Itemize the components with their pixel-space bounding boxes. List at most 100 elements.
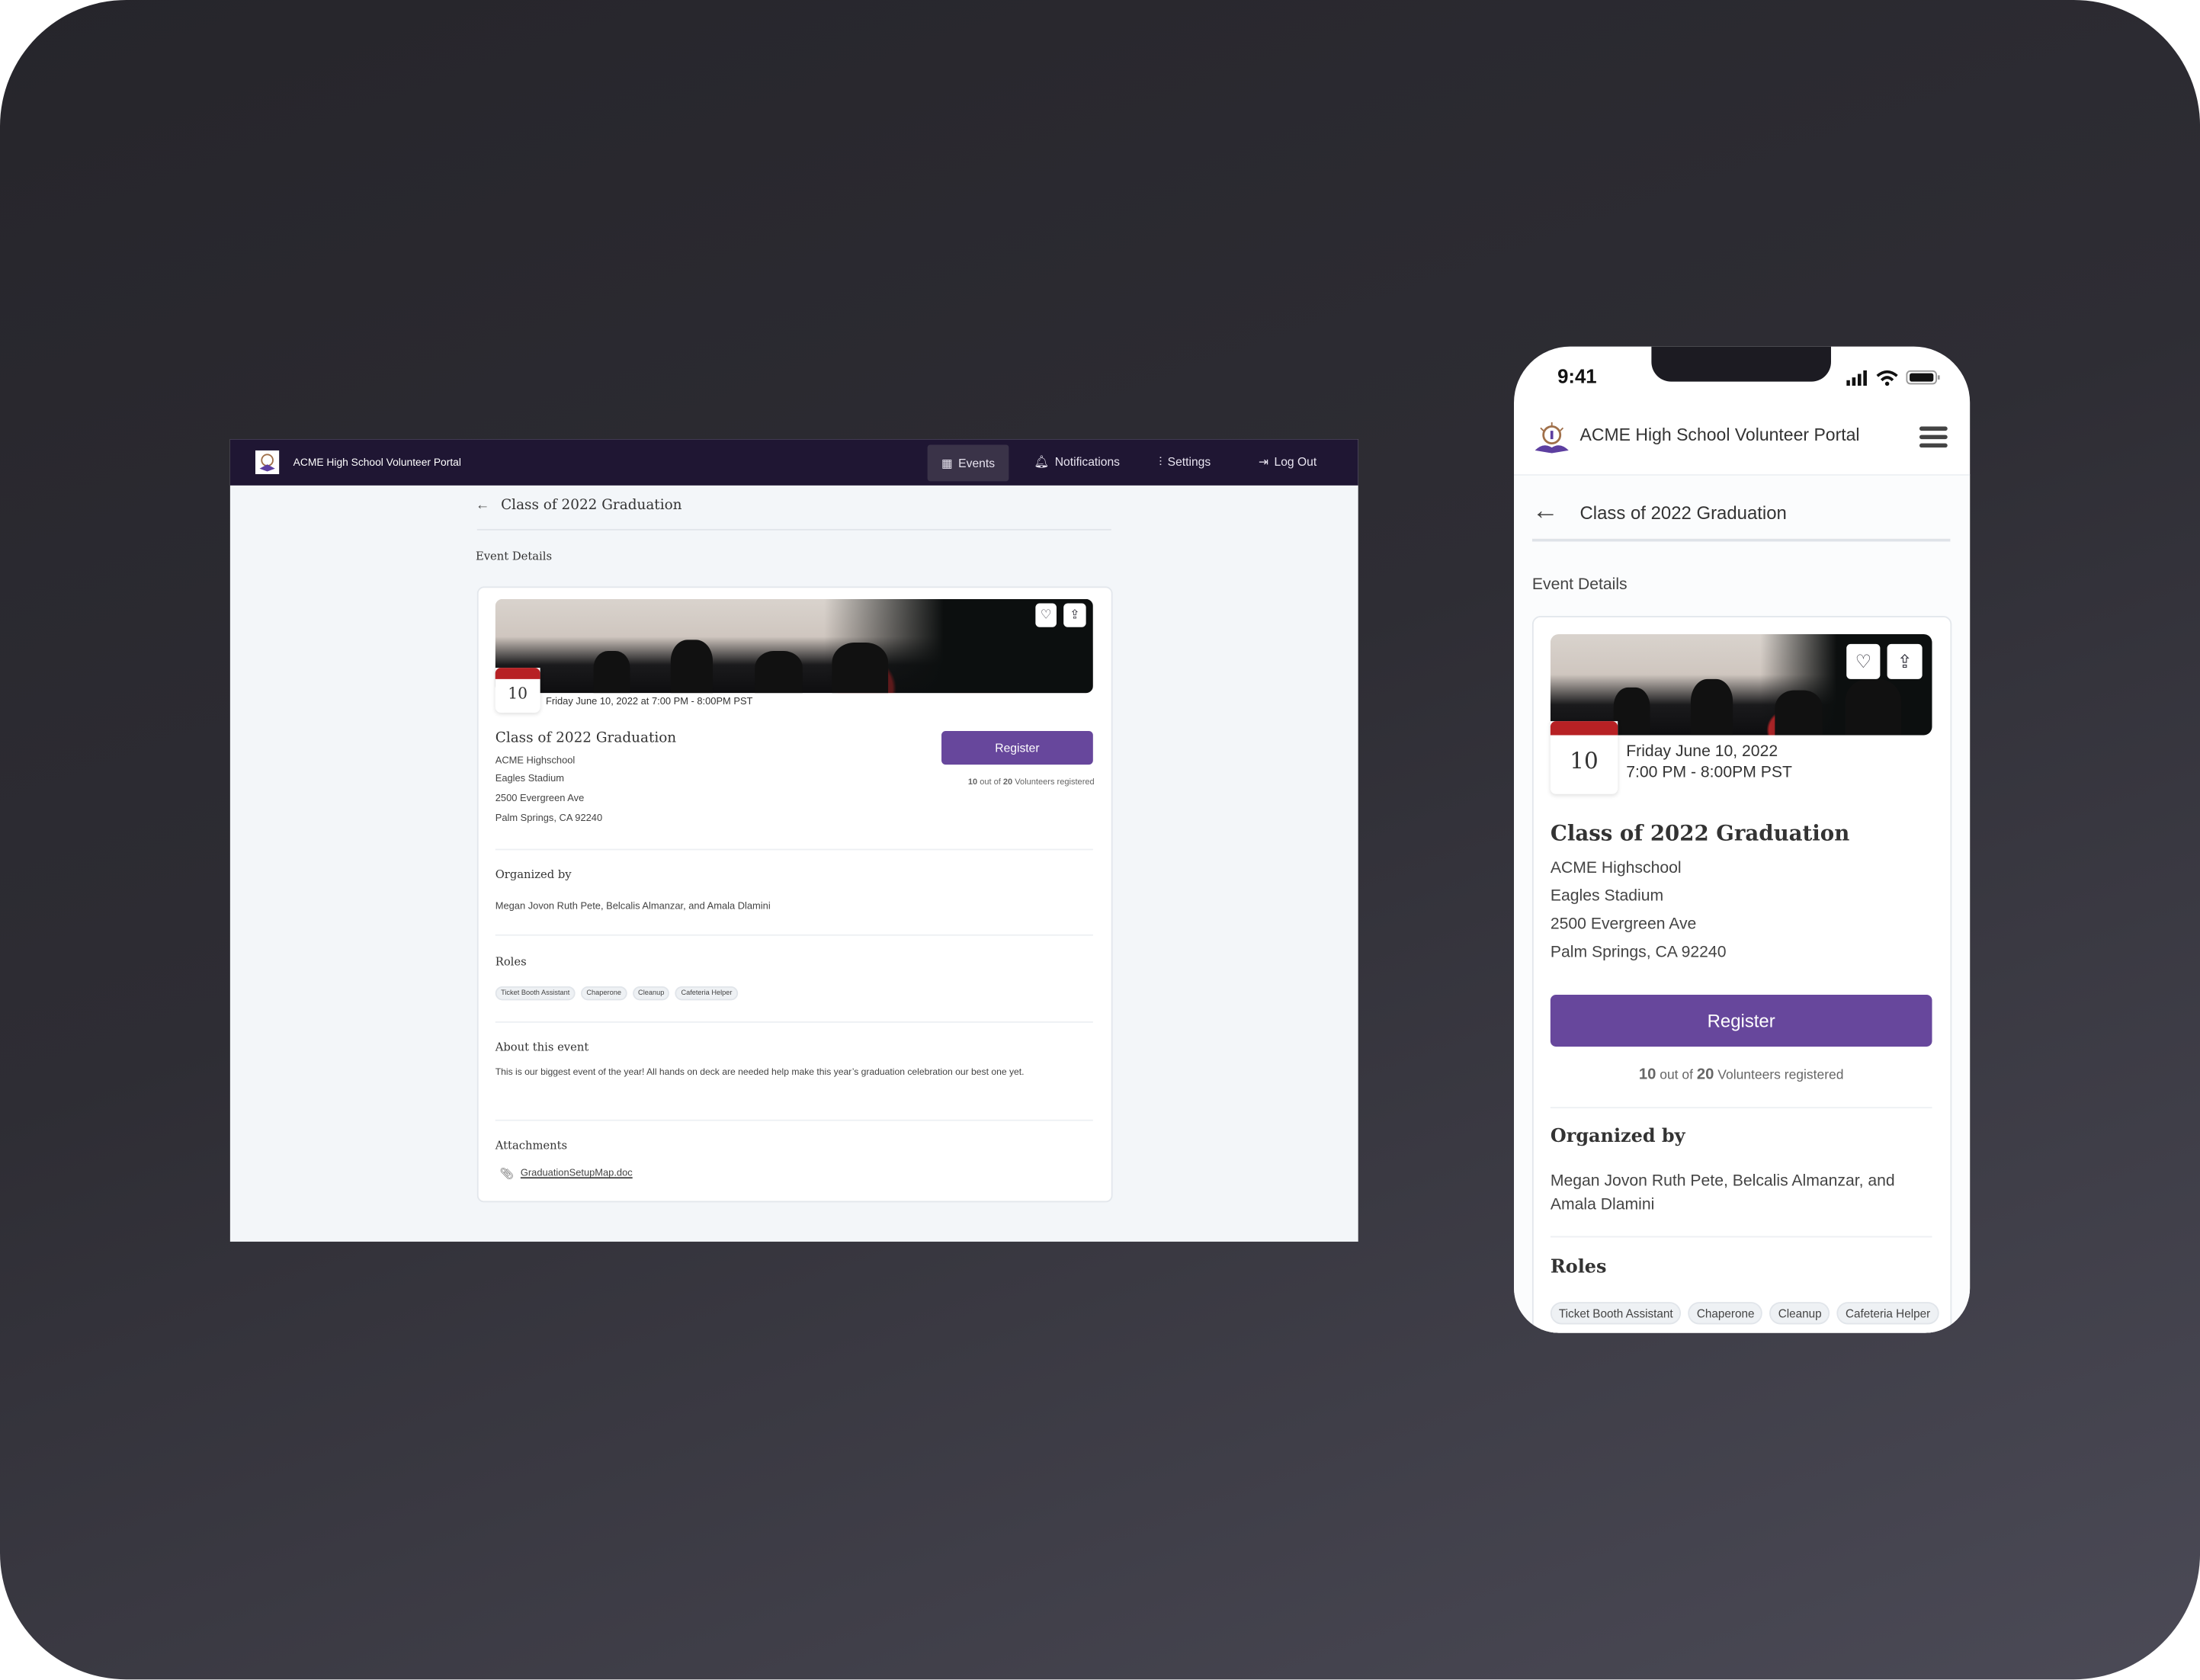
volunteer-count: 10 out of 20 Volunteers registered	[1551, 1066, 1932, 1083]
share-button[interactable]: ⇪	[1063, 603, 1086, 627]
nav-logout[interactable]: ⇥ Log Out	[1259, 439, 1316, 486]
organized-heading: Organized by	[495, 868, 572, 881]
nav-settings[interactable]: ⫶ Settings	[1159, 439, 1211, 486]
app-title[interactable]: ACME High School Volunteer Portal	[1580, 425, 1860, 445]
hamburger-menu-button[interactable]	[1919, 426, 1948, 448]
roles-list: Ticket Booth Assistant Chaperone Cleanup…	[495, 986, 738, 1001]
roles-heading: Roles	[1550, 1257, 1607, 1278]
canvas: ACME High School Volunteer Portal ▦ Event…	[0, 0, 2200, 1680]
address-line: ACME Highschool	[495, 756, 576, 766]
date-day: 10	[1570, 748, 1599, 775]
back-arrow-icon[interactable]: ←	[476, 498, 489, 513]
divider	[495, 934, 1093, 936]
notch	[1651, 346, 1831, 382]
address-line: Eagles Stadium	[495, 774, 564, 784]
nav-label: Notifications	[1054, 454, 1121, 469]
divider	[1550, 1107, 1932, 1109]
favorite-button[interactable]: ♡	[1035, 603, 1057, 627]
heart-icon: ♡	[1040, 607, 1052, 622]
organizers: Megan Jovon Ruth Pete, Belcalis Almanzar…	[1550, 1172, 1895, 1214]
role-chip: Cafeteria Helper	[1836, 1302, 1939, 1325]
desktop-window: ACME High School Volunteer Portal ▦ Event…	[229, 439, 1358, 1242]
sliders-icon: ⫶	[1159, 454, 1163, 469]
event-date: Friday June 10, 2022	[1626, 743, 1778, 761]
role-chip: Cleanup	[1769, 1302, 1830, 1325]
nav-label: Events	[958, 455, 996, 470]
volunteers-label: Volunteers registered	[1015, 778, 1095, 787]
section-label: Event Details	[1531, 576, 1628, 594]
register-button[interactable]: Register	[941, 730, 1093, 765]
registered-count: 10	[967, 778, 978, 787]
organizers: Megan Jovon Ruth Pete, Belcalis Almanzar…	[495, 902, 771, 912]
mobile-frame: 9:41 ACME High School Volunteer Portal ←…	[1514, 346, 1971, 1333]
nav-events[interactable]: ▦ Events	[927, 444, 1009, 482]
mobile-content: ← Class of 2022 Graduation Event Details…	[1514, 474, 1971, 1333]
roles-list: Ticket Booth Assistant Chaperone Cleanup…	[1550, 1302, 1939, 1325]
about-heading: About this event	[495, 1040, 589, 1054]
battery-icon	[1906, 370, 1940, 385]
registered-count: 10	[1638, 1066, 1656, 1083]
attachments-heading: Attachments	[495, 1139, 568, 1153]
share-button[interactable]: ⇪	[1887, 643, 1923, 679]
event-datetime: Friday June 10, 2022 at 7:00 PM - 8:00PM…	[545, 697, 753, 707]
wifi-icon	[1876, 370, 1898, 386]
bell-icon: 🔔︎	[1034, 454, 1050, 469]
role-chip: Chaperone	[581, 986, 627, 1001]
organized-heading: Organized by	[1550, 1127, 1685, 1148]
divider	[1531, 538, 1951, 541]
address-line: 2500 Evergreen Ave	[495, 794, 585, 804]
event-card: ♡ ⇪ 10 Friday June 10, 2022 7:00 PM - 8:…	[1531, 616, 1952, 1333]
favorite-button[interactable]: ♡	[1846, 643, 1881, 679]
role-chip: Ticket Booth Assistant	[495, 986, 576, 1001]
out-of-text: out of	[1660, 1067, 1694, 1083]
role-chip: Cleanup	[632, 986, 670, 1001]
nav-notifications[interactable]: 🔔︎ Notifications	[1034, 439, 1120, 486]
heart-icon: ♡	[1855, 650, 1872, 672]
nav-label: Settings	[1167, 454, 1211, 469]
page-title: Class of 2022 Graduation	[501, 498, 682, 514]
event-title: Class of 2022 Graduation	[1550, 820, 1850, 846]
event-photo	[495, 598, 1093, 694]
status-time: 9:41	[1557, 364, 1597, 388]
date-day: 10	[508, 685, 528, 704]
nav-label: Log Out	[1274, 454, 1317, 469]
divider	[1550, 1236, 1932, 1238]
share-icon: ⇪	[1069, 607, 1080, 622]
calendar-icon: ▦	[941, 455, 953, 470]
date-badge: 10	[1550, 721, 1618, 794]
share-icon: ⇪	[1897, 650, 1913, 672]
address-line: Palm Springs, CA 92240	[495, 813, 603, 824]
address-line: Eagles Stadium	[1550, 888, 1664, 906]
status-icons	[1846, 370, 1940, 386]
role-chip: Ticket Booth Assistant	[1550, 1302, 1682, 1325]
date-badge: 10	[495, 668, 540, 713]
divider	[495, 1119, 1093, 1121]
volunteers-label: Volunteers registered	[1717, 1067, 1844, 1083]
about-text: This is our biggest event of the year! A…	[495, 1067, 1025, 1078]
address-line: 2500 Evergreen Ave	[1550, 915, 1697, 933]
school-logo-icon[interactable]	[255, 450, 280, 475]
logout-icon: ⇥	[1259, 454, 1269, 469]
out-of-text: out of	[980, 778, 1001, 787]
section-label: Event Details	[475, 550, 553, 563]
event-time: 7:00 PM - 8:00PM PST	[1626, 765, 1792, 782]
address-line: ACME Highschool	[1550, 860, 1682, 877]
role-chip: Chaperone	[1688, 1302, 1763, 1325]
app-title[interactable]: ACME High School Volunteer Portal	[293, 456, 461, 469]
back-arrow-icon[interactable]: ←	[1532, 497, 1559, 526]
top-nav: ACME High School Volunteer Portal ▦ Event…	[229, 439, 1358, 486]
capacity-count: 20	[1002, 778, 1013, 787]
page-title: Class of 2022 Graduation	[1579, 502, 1787, 524]
capacity-count: 20	[1696, 1066, 1714, 1083]
school-logo-icon[interactable]	[1534, 419, 1570, 456]
divider	[495, 1021, 1093, 1023]
volunteer-count: 10 out of 20 Volunteers registered	[968, 779, 1095, 787]
divider	[495, 848, 1093, 851]
event-title: Class of 2022 Graduation	[495, 730, 677, 747]
attachment-link[interactable]: GraduationSetupMap.doc	[521, 1169, 633, 1178]
register-button[interactable]: Register	[1550, 994, 1932, 1047]
divider	[476, 528, 1111, 531]
address-line: Palm Springs, CA 92240	[1550, 944, 1727, 961]
event-card: ♡ ⇪ 10 Friday June 10, 2022 at 7:00 PM -…	[476, 586, 1113, 1203]
roles-heading: Roles	[495, 955, 527, 969]
